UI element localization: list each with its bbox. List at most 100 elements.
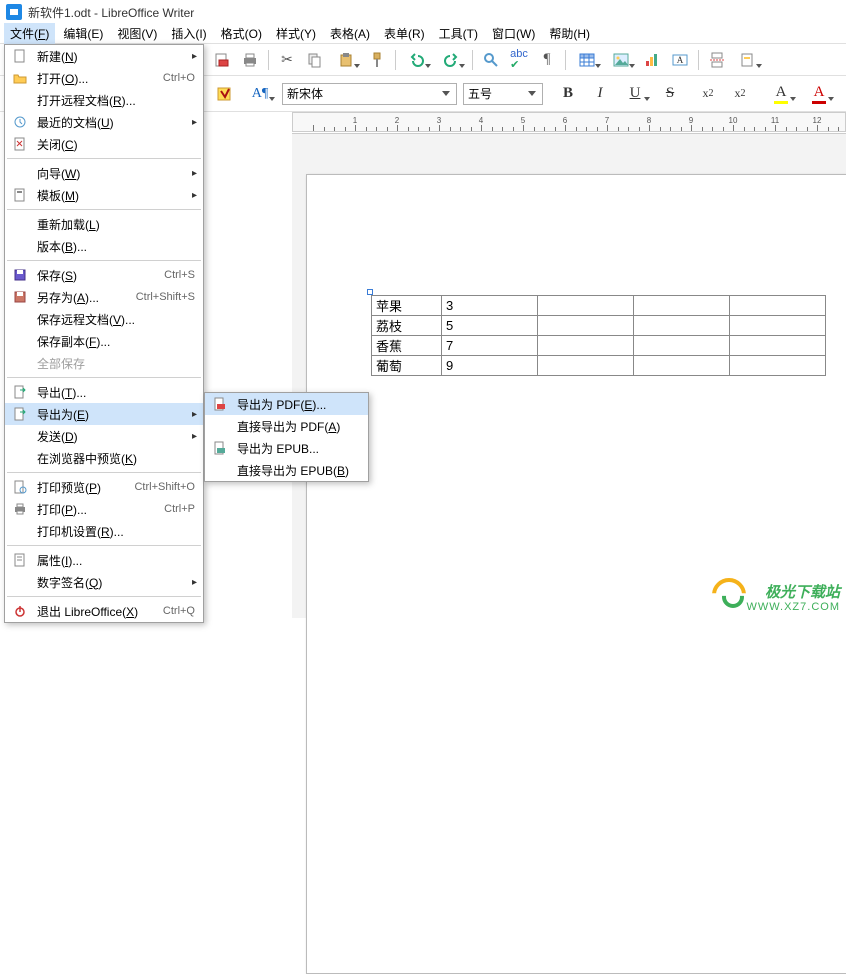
font-color-button[interactable]: A <box>803 82 835 106</box>
menu-view[interactable]: 视图(V) <box>111 23 163 44</box>
table-cell[interactable] <box>538 296 634 316</box>
menu-template[interactable]: 模板(M)▸ <box>5 184 203 206</box>
menu-exit[interactable]: 退出 LibreOffice(X)Ctrl+Q <box>5 600 203 622</box>
submenu-direct-epub[interactable]: 直接导出为 EPUB(B) <box>205 459 368 481</box>
table-cell[interactable]: 荔枝 <box>372 316 442 336</box>
menu-recent[interactable]: 最近的文档(U)▸ <box>5 111 203 133</box>
separator <box>7 377 201 378</box>
table-row[interactable]: 香蕉7 <box>372 336 826 356</box>
table-row[interactable]: 葡萄9 <box>372 356 826 376</box>
update-style-icon[interactable] <box>212 82 238 106</box>
separator <box>395 50 396 70</box>
menu-close[interactable]: 关闭(C) <box>5 133 203 155</box>
table-cell[interactable] <box>634 356 730 376</box>
insert-textbox-icon[interactable]: A <box>668 48 692 72</box>
font-name-combo[interactable]: 新宋体 <box>282 83 457 105</box>
insert-chart-icon[interactable] <box>640 48 664 72</box>
table-cell[interactable] <box>634 296 730 316</box>
menu-help[interactable]: 帮助(H) <box>543 23 596 44</box>
menu-edit[interactable]: 编辑(E) <box>57 23 109 44</box>
table-cell[interactable] <box>730 296 826 316</box>
menu-properties[interactable]: 属性(I)... <box>5 549 203 571</box>
pdf-icon <box>211 395 229 413</box>
table-cell[interactable] <box>634 316 730 336</box>
menu-saveas[interactable]: 另存为(A)...Ctrl+Shift+S <box>5 286 203 308</box>
clone-format-icon[interactable] <box>365 48 389 72</box>
table-cell[interactable]: 7 <box>442 336 538 356</box>
table-cell[interactable] <box>730 316 826 336</box>
subscript-button[interactable]: x2 <box>727 82 753 106</box>
menu-table[interactable]: 表格(A) <box>324 23 376 44</box>
superscript-button[interactable]: x2 <box>695 82 721 106</box>
submenu-export-pdf[interactable]: 导出为 PDF(E)... <box>205 393 368 415</box>
document-area[interactable]: 苹果3荔枝5香蕉7葡萄9 <box>292 134 846 618</box>
italic-button[interactable]: I <box>587 82 613 106</box>
menu-save[interactable]: 保存(S)Ctrl+S <box>5 264 203 286</box>
menu-export[interactable]: 导出(T)... <box>5 381 203 403</box>
bold-button[interactable]: B <box>555 82 581 106</box>
menu-new[interactable]: 新建(N)▸ <box>5 45 203 67</box>
menu-print[interactable]: 打印(P)...Ctrl+P <box>5 498 203 520</box>
menu-save-remote[interactable]: 保存远程文档(V)... <box>5 308 203 330</box>
table-cell[interactable] <box>538 316 634 336</box>
find-icon[interactable] <box>479 48 503 72</box>
insert-image-icon[interactable] <box>606 48 636 72</box>
table-cell[interactable]: 5 <box>442 316 538 336</box>
insert-field-icon[interactable] <box>733 48 763 72</box>
formatting-marks-icon[interactable]: ¶ <box>535 48 559 72</box>
menu-tools[interactable]: 工具(T) <box>433 23 484 44</box>
menu-export-as[interactable]: 导出为(E)▸ <box>5 403 203 425</box>
cut-icon[interactable]: ✂ <box>275 48 299 72</box>
export-pdf-icon[interactable] <box>210 48 234 72</box>
menu-send[interactable]: 发送(D)▸ <box>5 425 203 447</box>
document-table[interactable]: 苹果3荔枝5香蕉7葡萄9 <box>371 295 826 376</box>
submenu-export-epub[interactable]: 导出为 EPUB... <box>205 437 368 459</box>
print-direct-icon[interactable] <box>238 48 262 72</box>
insert-pagebreak-icon[interactable] <box>705 48 729 72</box>
table-cell[interactable]: 香蕉 <box>372 336 442 356</box>
menu-preview-browser[interactable]: 在浏览器中预览(K) <box>5 447 203 469</box>
table-cell[interactable] <box>538 336 634 356</box>
font-size-combo[interactable]: 五号 <box>463 83 543 105</box>
insert-table-icon[interactable] <box>572 48 602 72</box>
table-cell[interactable] <box>538 356 634 376</box>
paste-icon[interactable] <box>331 48 361 72</box>
table-cell[interactable]: 葡萄 <box>372 356 442 376</box>
table-cell[interactable]: 9 <box>442 356 538 376</box>
menu-open-remote[interactable]: 打开远程文档(R)... <box>5 89 203 111</box>
horizontal-ruler[interactable]: 12345678910111213 <box>292 112 846 132</box>
menu-printer-settings[interactable]: 打印机设置(R)... <box>5 520 203 542</box>
spellcheck-icon[interactable]: abc✔ <box>507 48 531 72</box>
menu-format[interactable]: 格式(O) <box>215 23 268 44</box>
table-cell[interactable]: 3 <box>442 296 538 316</box>
submenu-direct-pdf[interactable]: 直接导出为 PDF(A) <box>205 415 368 437</box>
menu-save-copy[interactable]: 保存副本(F)... <box>5 330 203 352</box>
menu-file[interactable]: 文件(F) <box>4 23 55 44</box>
highlight-color-button[interactable]: A <box>765 82 797 106</box>
underline-button[interactable]: U <box>619 82 651 106</box>
undo-icon[interactable] <box>402 48 432 72</box>
table-row[interactable]: 苹果3 <box>372 296 826 316</box>
menu-wizard[interactable]: 向导(W)▸ <box>5 162 203 184</box>
table-cell[interactable]: 苹果 <box>372 296 442 316</box>
menu-digital-sig[interactable]: 数字签名(Q)▸ <box>5 571 203 593</box>
strike-button[interactable]: S <box>657 82 683 106</box>
menu-version[interactable]: 版本(B)... <box>5 235 203 257</box>
menu-form[interactable]: 表单(R) <box>378 23 431 44</box>
menu-open[interactable]: 打开(O)...Ctrl+O <box>5 67 203 89</box>
menu-insert[interactable]: 插入(I) <box>165 23 212 44</box>
menu-styles[interactable]: 样式(Y) <box>270 23 322 44</box>
table-cell[interactable] <box>634 336 730 356</box>
ruler-area: 12345678910111213 <box>292 112 846 134</box>
new-style-icon[interactable]: A¶ <box>244 82 276 106</box>
menu-window[interactable]: 窗口(W) <box>486 23 541 44</box>
menu-reload[interactable]: 重新加载(L) <box>5 213 203 235</box>
table-cell[interactable] <box>730 356 826 376</box>
menu-print-preview[interactable]: 打印预览(P)Ctrl+Shift+O <box>5 476 203 498</box>
redo-icon[interactable] <box>436 48 466 72</box>
table-row[interactable]: 荔枝5 <box>372 316 826 336</box>
saveas-icon <box>11 288 29 306</box>
copy-icon[interactable] <box>303 48 327 72</box>
separator <box>565 50 566 70</box>
table-cell[interactable] <box>730 336 826 356</box>
